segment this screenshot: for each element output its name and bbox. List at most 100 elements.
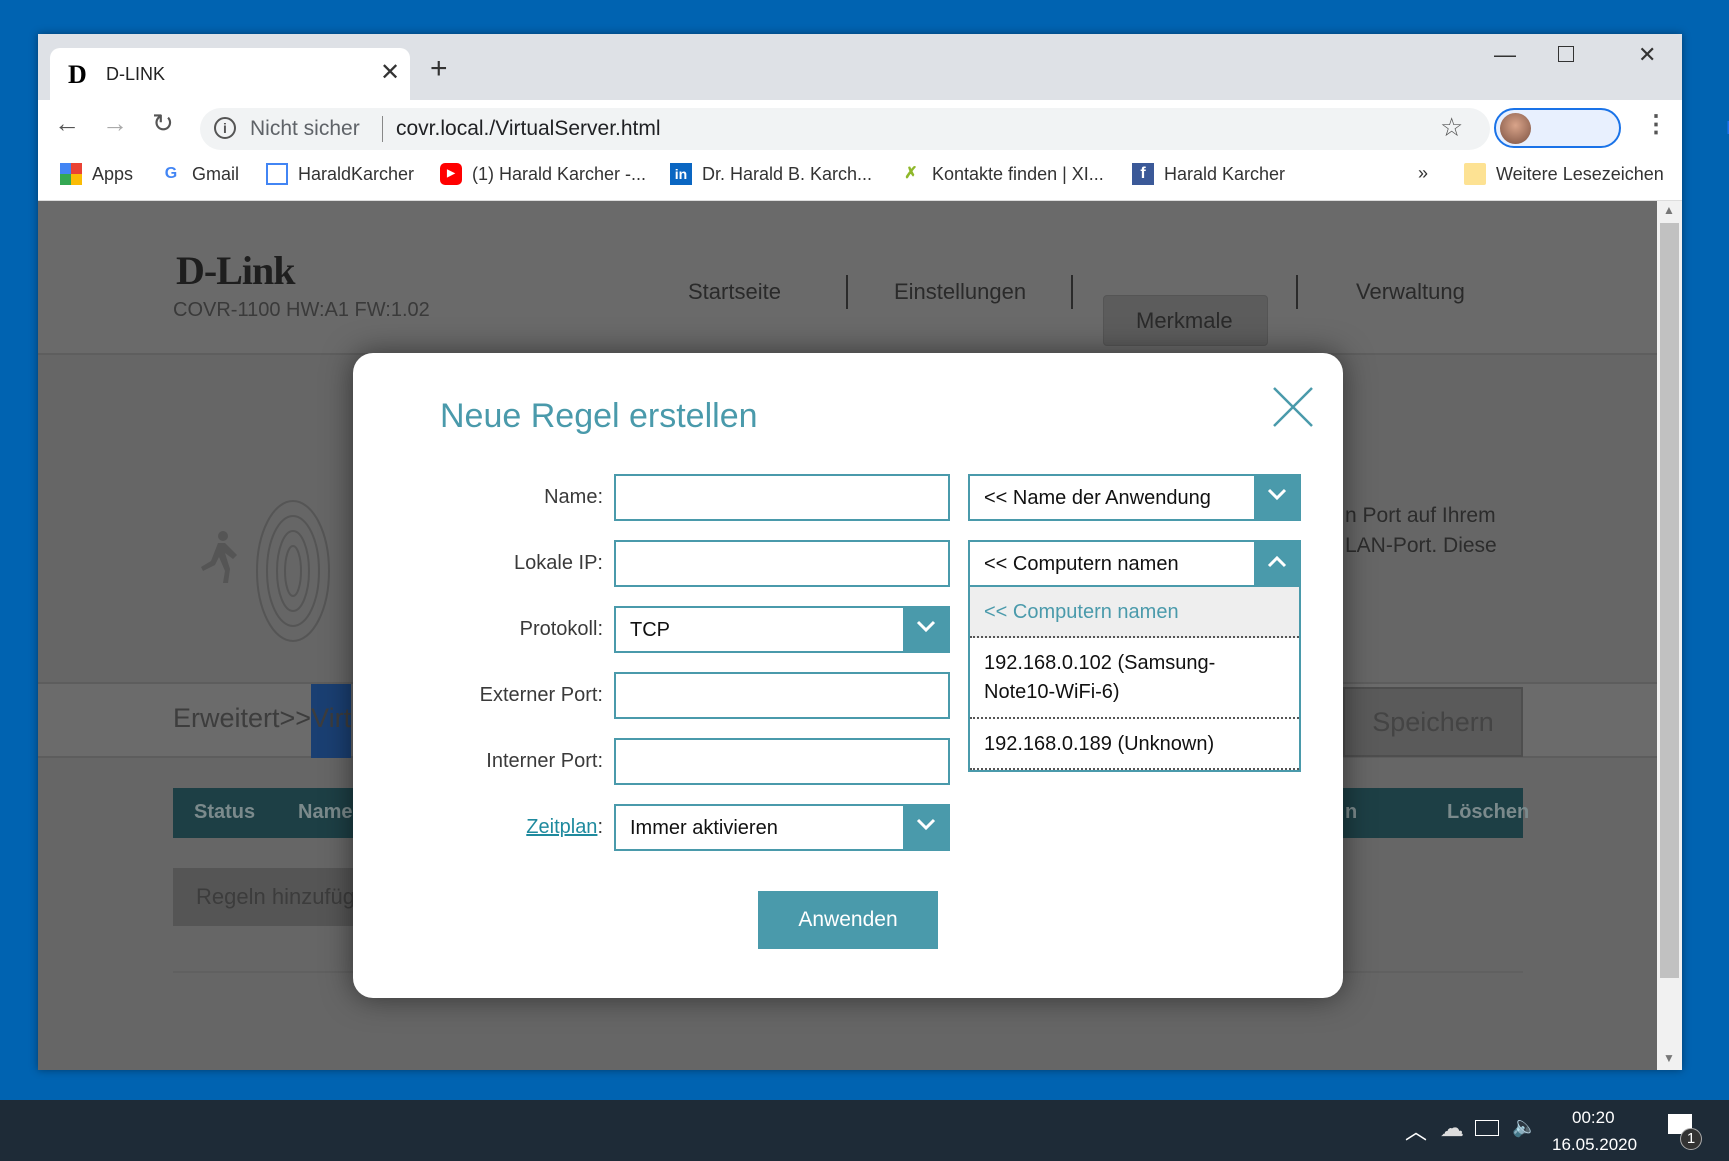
- forward-icon[interactable]: →: [102, 108, 128, 139]
- close-icon[interactable]: [1271, 385, 1315, 429]
- column-delete: Löschen: [1447, 801, 1530, 823]
- bookmark-label: Apps: [92, 163, 134, 184]
- bookmark-label: Weitere Lesezeichen: [1496, 163, 1664, 184]
- chevron-down-icon[interactable]: [903, 804, 950, 851]
- scrollbar[interactable]: ▲ ▼: [1657, 201, 1682, 1070]
- local-ip-input[interactable]: [614, 540, 950, 587]
- bookmark-label: Kontakte finden | XI...: [932, 163, 1104, 184]
- profile-button[interactable]: Pausiert: [1494, 108, 1729, 148]
- window-close-icon[interactable]: ✕: [1638, 42, 1656, 68]
- profile-label: Pausiert: [1542, 118, 1729, 139]
- name-input[interactable]: [614, 474, 950, 521]
- chevron-down-icon[interactable]: [903, 606, 950, 653]
- youtube-icon: ▶: [440, 163, 462, 185]
- clock-time[interactable]: 00:20: [1572, 1108, 1615, 1128]
- dlink-logo: D-Link: [176, 248, 295, 293]
- bookmark-apps[interactable]: Apps: [60, 163, 133, 185]
- colon: :: [597, 816, 603, 838]
- chevron-up-icon[interactable]: [1254, 540, 1301, 587]
- tab-dlink[interactable]: D D-LINK ✕: [50, 48, 410, 100]
- tab-title: D-LINK: [106, 64, 166, 84]
- menu-dots-icon[interactable]: ⋮: [1644, 110, 1668, 139]
- bookmark-xing[interactable]: ✗ Kontakte finden | XI...: [900, 163, 1104, 185]
- reload-icon[interactable]: ↻: [152, 108, 174, 139]
- onedrive-cloud-icon[interactable]: ☁: [1440, 1114, 1464, 1143]
- bookmark-star-icon[interactable]: ☆: [1440, 112, 1463, 143]
- url-text[interactable]: covr.local./VirtualServer.html: [396, 117, 661, 141]
- toolbar: ← → ↻ i Nicht sicher covr.local./Virtual…: [38, 100, 1729, 151]
- info-icon[interactable]: i: [214, 117, 236, 139]
- protocol-label: Protokoll:: [519, 618, 603, 640]
- avatar: [1500, 113, 1531, 144]
- protocol-select[interactable]: TCP: [614, 606, 950, 653]
- new-tab-icon[interactable]: +: [430, 52, 448, 86]
- back-icon[interactable]: ←: [54, 108, 80, 139]
- scrollbar-thumb[interactable]: [1660, 223, 1679, 978]
- security-label: Nicht sicher: [250, 117, 360, 140]
- schedule-link[interactable]: Zeitplan: [526, 816, 597, 838]
- nav-divider: [846, 275, 848, 309]
- schedule-select[interactable]: Immer aktivieren: [614, 804, 950, 851]
- breadcrumb: Erweitert>>Virt: [173, 703, 352, 733]
- bookmark-facebook[interactable]: f Harald Karcher: [1132, 163, 1285, 185]
- save-button[interactable]: Speichern: [1343, 687, 1523, 757]
- bookmarks-overflow-button[interactable]: »: [1418, 163, 1428, 184]
- internal-port-input[interactable]: [614, 738, 950, 785]
- taskbar: ︿ ☁ 🔈 00:20 16.05.2020 1: [0, 1100, 1729, 1161]
- external-port-input[interactable]: [614, 672, 950, 719]
- intro-line: n Port auf Ihrem: [1345, 504, 1496, 527]
- computer-dropdown-list: << Computern namen 192.168.0.102 (Samsun…: [968, 587, 1301, 772]
- intro-text: n Port auf Ihrem LAN-Port. Diese: [1345, 501, 1497, 561]
- select-value: << Name der Anwendung: [984, 487, 1211, 509]
- scroll-down-icon[interactable]: ▼: [1663, 1051, 1675, 1065]
- select-value: << Computern namen: [984, 553, 1179, 575]
- dropdown-option[interactable]: 192.168.0.189 (Unknown): [970, 719, 1299, 770]
- nav-einstellungen[interactable]: Einstellungen: [894, 279, 1026, 305]
- dropdown-option[interactable]: 192.168.0.102 (Samsung-Note10-WiFi-6): [970, 638, 1299, 719]
- scroll-up-icon[interactable]: ▲: [1663, 203, 1675, 217]
- tab-close-icon[interactable]: ✕: [380, 58, 400, 87]
- page-icon: [266, 163, 288, 185]
- volume-icon[interactable]: 🔈: [1512, 1114, 1537, 1139]
- nav-divider: [1071, 275, 1073, 309]
- network-icon[interactable]: [1475, 1120, 1499, 1136]
- bookmark-gmail[interactable]: G Gmail: [160, 163, 239, 185]
- clock-date[interactable]: 16.05.2020: [1552, 1135, 1637, 1155]
- linkedin-icon: in: [670, 163, 692, 185]
- apps-grid-icon: [60, 163, 82, 185]
- apply-button[interactable]: Anwenden: [758, 891, 938, 949]
- bookmark-label: HaraldKarcher: [298, 163, 415, 184]
- divider: [382, 116, 383, 142]
- bookmark-youtube[interactable]: ▶ (1) Harald Karcher -...: [440, 163, 646, 185]
- new-rule-dialog: Neue Regel erstellen Name: << Name der A…: [353, 353, 1343, 998]
- google-icon: G: [164, 165, 178, 182]
- bookmark-haraldkarcher[interactable]: HaraldKarcher: [266, 163, 414, 185]
- dlink-favicon-icon: D: [68, 60, 87, 89]
- dropdown-option-selected[interactable]: << Computern namen: [970, 587, 1299, 638]
- address-bar[interactable]: i Nicht sicher covr.local./VirtualServer…: [200, 108, 1490, 150]
- intro-line: LAN-Port. Diese: [1345, 534, 1497, 557]
- chevron-down-icon[interactable]: [1254, 474, 1301, 521]
- dialog-title: Neue Regel erstellen: [440, 397, 758, 435]
- bookmark-label: Gmail: [192, 163, 240, 184]
- maximize-icon[interactable]: [1558, 46, 1574, 62]
- application-select[interactable]: << Name der Anwendung: [968, 474, 1301, 521]
- bookmark-linkedin[interactable]: in Dr. Harald B. Karch...: [670, 163, 872, 185]
- column-status: Status: [194, 801, 256, 823]
- select-value: Immer aktivieren: [630, 817, 778, 839]
- internal-port-label: Interner Port:: [486, 750, 603, 772]
- tray-chevron-up-icon[interactable]: ︿: [1405, 1114, 1427, 1146]
- column-partial: n: [1345, 801, 1358, 823]
- minimize-icon[interactable]: —: [1494, 42, 1516, 68]
- computer-select[interactable]: << Computern namen: [968, 540, 1301, 587]
- model-info: COVR-1100 HW:A1 FW:1.02: [173, 299, 430, 321]
- bookmark-label: Dr. Harald B. Karch...: [702, 163, 873, 184]
- bookmark-label: Harald Karcher: [1164, 163, 1286, 184]
- tab-strip: D D-LINK ✕ + — ✕: [38, 34, 1682, 100]
- nav-startseite[interactable]: Startseite: [688, 279, 781, 305]
- nav-verwaltung[interactable]: Verwaltung: [1356, 279, 1465, 305]
- other-bookmarks[interactable]: Weitere Lesezeichen: [1464, 163, 1664, 185]
- nav-merkmale-active[interactable]: Merkmale: [1103, 295, 1268, 346]
- nav-label: Merkmale: [1136, 308, 1233, 333]
- folder-icon: [1464, 163, 1486, 185]
